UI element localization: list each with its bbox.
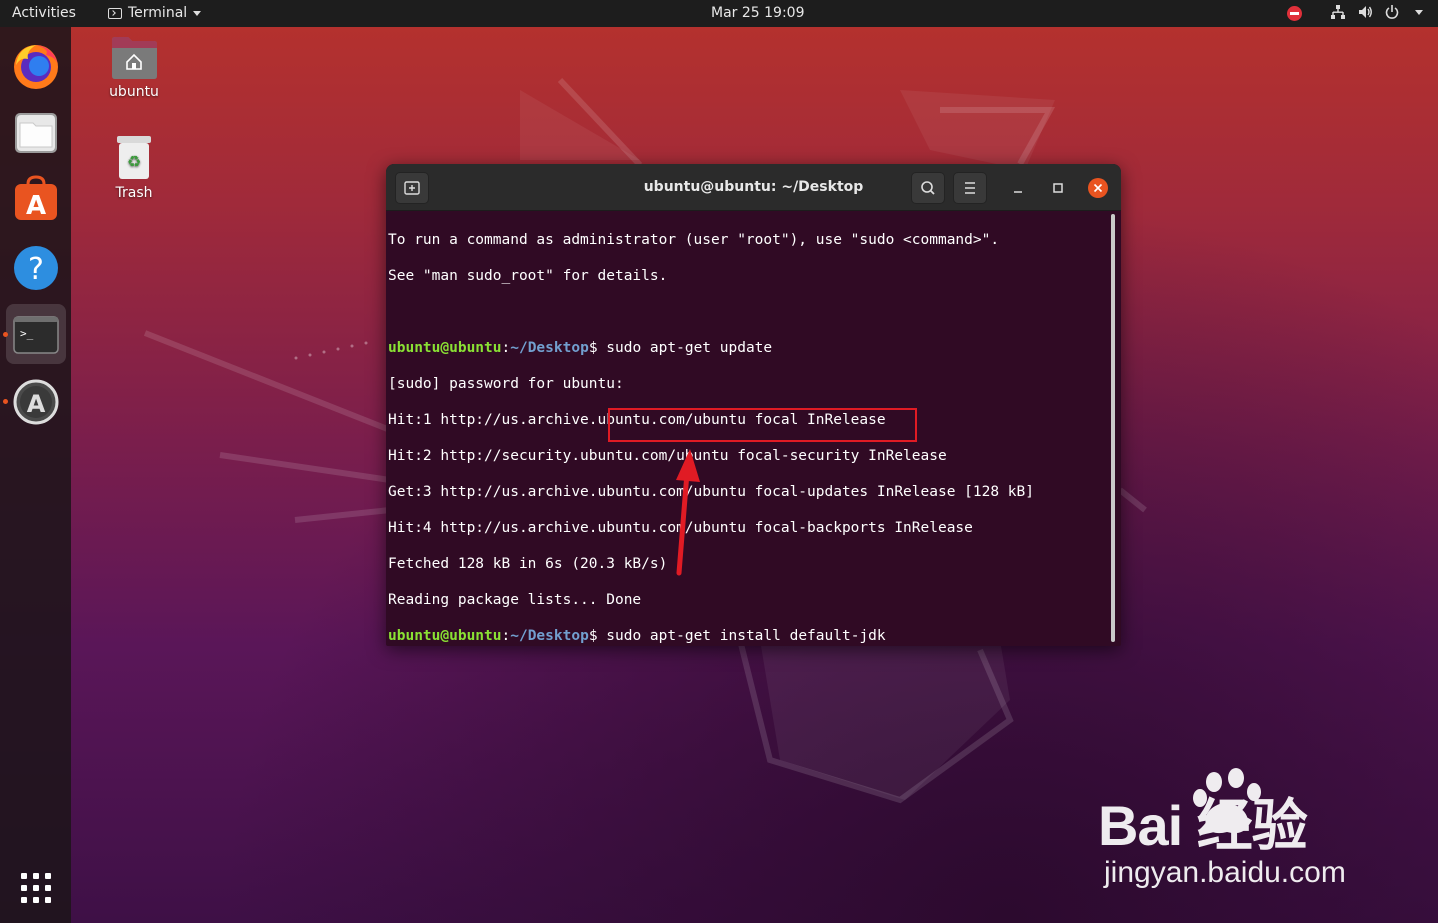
desktop-home-folder[interactable]: ubuntu <box>89 34 179 100</box>
prompt-separator: : <box>501 340 511 356</box>
show-applications-icon[interactable] <box>19 871 53 905</box>
desktop-trash[interactable]: ♻ Trash <box>89 133 179 201</box>
svg-text:A: A <box>27 390 46 418</box>
terminal-line: Hit:2 http://security.ubuntu.com/ubuntu … <box>388 448 947 464</box>
prompt-separator: : <box>501 628 511 644</box>
do-not-disturb-icon[interactable] <box>1287 6 1302 21</box>
svg-text:A: A <box>26 191 46 221</box>
software-updater-icon: A <box>13 379 59 425</box>
terminal-line: [sudo] password for ubuntu: <box>388 376 624 392</box>
minimize-button[interactable] <box>1008 178 1028 198</box>
baidu-watermark: Bai 经验 jingyan.baidu.com <box>1098 768 1346 890</box>
close-icon <box>1093 183 1103 193</box>
prompt-path: ~/Desktop <box>510 628 589 644</box>
command-text: sudo apt-get install default-jdk <box>597 628 886 644</box>
power-icon <box>1384 4 1400 20</box>
dock-help[interactable]: ? <box>6 238 66 298</box>
terminal-line: Fetched 128 kB in 6s (20.3 kB/s) <box>388 556 668 572</box>
top-bar: Activities Terminal Mar 25 19:09 <box>0 0 1438 27</box>
terminal-app-icon <box>108 7 122 19</box>
maximize-button[interactable] <box>1048 178 1068 198</box>
files-icon <box>15 113 57 153</box>
terminal-window[interactable]: ubuntu@ubuntu: ~/Desktop To run a comman… <box>386 164 1121 646</box>
dock-software-updater[interactable]: A <box>6 372 66 432</box>
dock: A ? >_ A <box>0 27 71 923</box>
minimize-icon <box>1014 191 1022 193</box>
prompt-user: ubuntu@ubuntu <box>388 340 502 356</box>
prompt-line: ubuntu@ubuntu:~/Desktop$ sudo apt-get in… <box>388 627 1106 645</box>
firefox-icon <box>14 45 58 89</box>
svg-text:♻: ♻ <box>127 152 141 171</box>
terminal-line: Get:3 http://us.archive.ubuntu.com/ubunt… <box>388 484 1035 500</box>
terminal-line: Hit:4 http://us.archive.ubuntu.com/ubunt… <box>388 520 973 536</box>
app-menu-label: Terminal <box>128 5 188 21</box>
running-indicator <box>3 332 8 337</box>
activities-button[interactable]: Activities <box>12 5 76 21</box>
menu-button[interactable] <box>953 172 987 204</box>
clock[interactable]: Mar 25 19:09 <box>711 5 804 21</box>
baidu-paw-logo <box>1193 768 1261 834</box>
volume-icon <box>1357 4 1373 20</box>
terminal-line: See "man sudo_root" for details. <box>388 268 668 284</box>
dock-terminal[interactable]: >_ <box>6 304 66 364</box>
trash-icon: ♻ <box>117 136 151 179</box>
software-icon: A <box>15 175 57 221</box>
prompt-user: ubuntu@ubuntu <box>388 628 502 644</box>
app-menu-button[interactable]: Terminal <box>108 5 202 21</box>
prompt-path: ~/Desktop <box>510 340 589 356</box>
terminal-line: Reading package lists... Done <box>388 592 642 608</box>
desktop-icon-label: Trash <box>115 185 153 201</box>
red-arrow-annotation <box>676 449 700 576</box>
terminal-icon: >_ <box>13 316 59 354</box>
dock-firefox[interactable] <box>6 35 66 95</box>
running-indicator <box>3 399 8 404</box>
prompt-line: ubuntu@ubuntu:~/Desktop$ sudo apt-get up… <box>388 339 1106 357</box>
prompt-symbol: $ <box>588 340 598 356</box>
terminal-header-bar[interactable]: ubuntu@ubuntu: ~/Desktop <box>386 164 1121 211</box>
svg-text:?: ? <box>28 252 44 287</box>
desktop-icon-label: ubuntu <box>109 84 159 100</box>
search-icon <box>921 181 935 195</box>
help-icon: ? <box>14 246 58 290</box>
search-button[interactable] <box>911 172 945 204</box>
dock-files[interactable] <box>6 103 66 163</box>
terminal-scrollbar[interactable] <box>1111 214 1115 642</box>
system-tray[interactable] <box>1330 4 1427 20</box>
hamburger-menu-icon <box>965 182 975 194</box>
close-button[interactable] <box>1088 178 1108 198</box>
terminal-line: To run a command as administrator (user … <box>388 232 1000 248</box>
svg-text:>_: >_ <box>20 327 34 340</box>
chevron-down-icon <box>1411 4 1427 20</box>
caret-down-icon <box>193 10 202 16</box>
home-folder-icon <box>112 37 157 79</box>
network-icon <box>1330 4 1346 20</box>
maximize-icon <box>1053 183 1063 193</box>
dock-software[interactable]: A <box>6 170 66 230</box>
watermark-url: jingyan.baidu.com <box>1104 856 1346 889</box>
highlight-box <box>608 408 917 442</box>
prompt-symbol: $ <box>588 628 598 644</box>
command-text: sudo apt-get update <box>597 340 773 356</box>
